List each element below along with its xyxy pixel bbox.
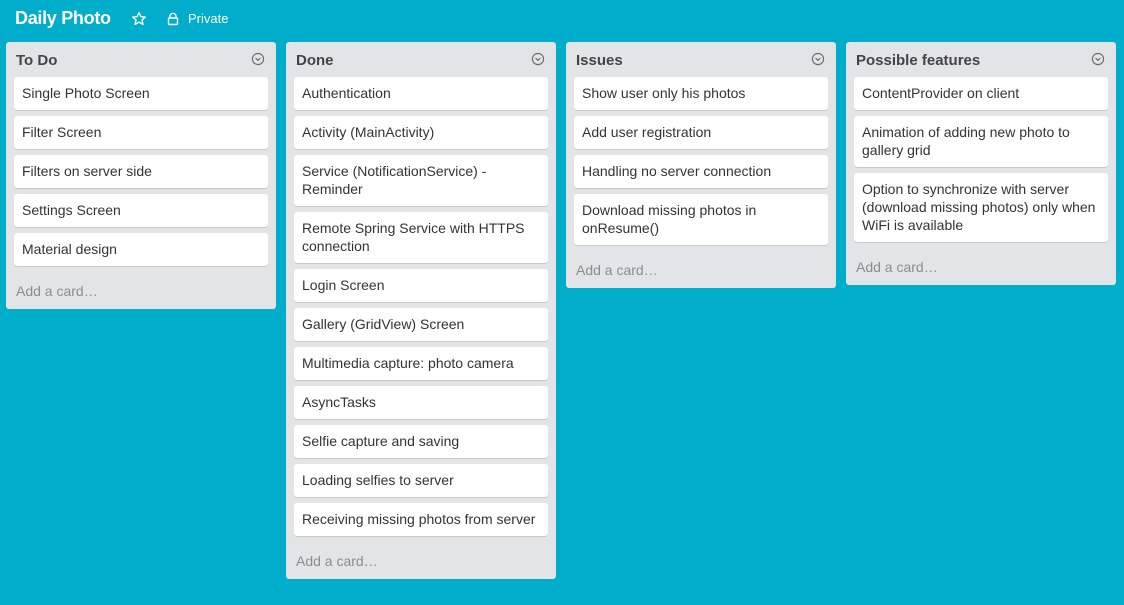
add-card-button[interactable]: Add a card… <box>574 251 828 288</box>
add-card-button[interactable]: Add a card… <box>14 272 268 309</box>
lock-icon <box>166 12 180 26</box>
chevron-down-icon[interactable] <box>1091 52 1105 66</box>
card[interactable]: Filters on server side <box>14 155 268 188</box>
privacy-button[interactable]: Private <box>166 11 228 27</box>
card[interactable]: Animation of adding new photo to gallery… <box>854 116 1108 167</box>
add-card-button[interactable]: Add a card… <box>854 248 1108 285</box>
card[interactable]: Add user registration <box>574 116 828 149</box>
chevron-down-icon[interactable] <box>251 52 265 66</box>
card[interactable]: Gallery (GridView) Screen <box>294 308 548 341</box>
card[interactable]: Single Photo Screen <box>14 77 268 110</box>
card-list: Authentication Activity (MainActivity) S… <box>294 77 548 536</box>
list-issues: Issues Show user only his photos Add use… <box>566 42 836 288</box>
card[interactable]: Loading selfies to server <box>294 464 548 497</box>
card[interactable]: Remote Spring Service with HTTPS connect… <box>294 212 548 263</box>
card[interactable]: Handling no server connection <box>574 155 828 188</box>
board-title[interactable]: Daily Photo <box>15 8 111 29</box>
card[interactable]: Download missing photos in onResume() <box>574 194 828 245</box>
list-possible-features: Possible features ContentProvider on cli… <box>846 42 1116 285</box>
card[interactable]: Authentication <box>294 77 548 110</box>
privacy-label: Private <box>188 11 229 26</box>
card[interactable]: Multimedia capture: photo camera <box>294 347 548 380</box>
card[interactable]: AsyncTasks <box>294 386 548 419</box>
list-header: Issues <box>574 42 828 77</box>
add-card-button[interactable]: Add a card… <box>294 542 548 579</box>
list-header: Done <box>294 42 548 77</box>
card[interactable]: Login Screen <box>294 269 548 302</box>
card[interactable]: Show user only his photos <box>574 77 828 110</box>
card[interactable]: Selfie capture and saving <box>294 425 548 458</box>
list-done: Done Authentication Activity (MainActivi… <box>286 42 556 579</box>
chevron-down-icon[interactable] <box>531 52 545 66</box>
list-header: Possible features <box>854 42 1108 77</box>
card[interactable]: Settings Screen <box>14 194 268 227</box>
card[interactable]: Option to synchronize with server (downl… <box>854 173 1108 242</box>
card[interactable]: Material design <box>14 233 268 266</box>
list-title[interactable]: Done <box>296 52 334 69</box>
card[interactable]: ContentProvider on client <box>854 77 1108 110</box>
board-header: Daily Photo Private <box>0 0 1124 40</box>
list-title[interactable]: Issues <box>576 52 623 69</box>
list-title[interactable]: To Do <box>16 52 57 69</box>
card[interactable]: Filter Screen <box>14 116 268 149</box>
card[interactable]: Activity (MainActivity) <box>294 116 548 149</box>
card-list: Show user only his photos Add user regis… <box>574 77 828 245</box>
list-to-do: To Do Single Photo Screen Filter Screen … <box>6 42 276 309</box>
card-list: ContentProvider on client Animation of a… <box>854 77 1108 242</box>
list-header: To Do <box>14 42 268 77</box>
card[interactable]: Receiving missing photos from server <box>294 503 548 536</box>
chevron-down-icon[interactable] <box>811 52 825 66</box>
card-list: Single Photo Screen Filter Screen Filter… <box>14 77 268 266</box>
list-title[interactable]: Possible features <box>856 52 980 69</box>
star-icon[interactable] <box>131 11 147 27</box>
card[interactable]: Service (NotificationService) - Reminder <box>294 155 548 206</box>
